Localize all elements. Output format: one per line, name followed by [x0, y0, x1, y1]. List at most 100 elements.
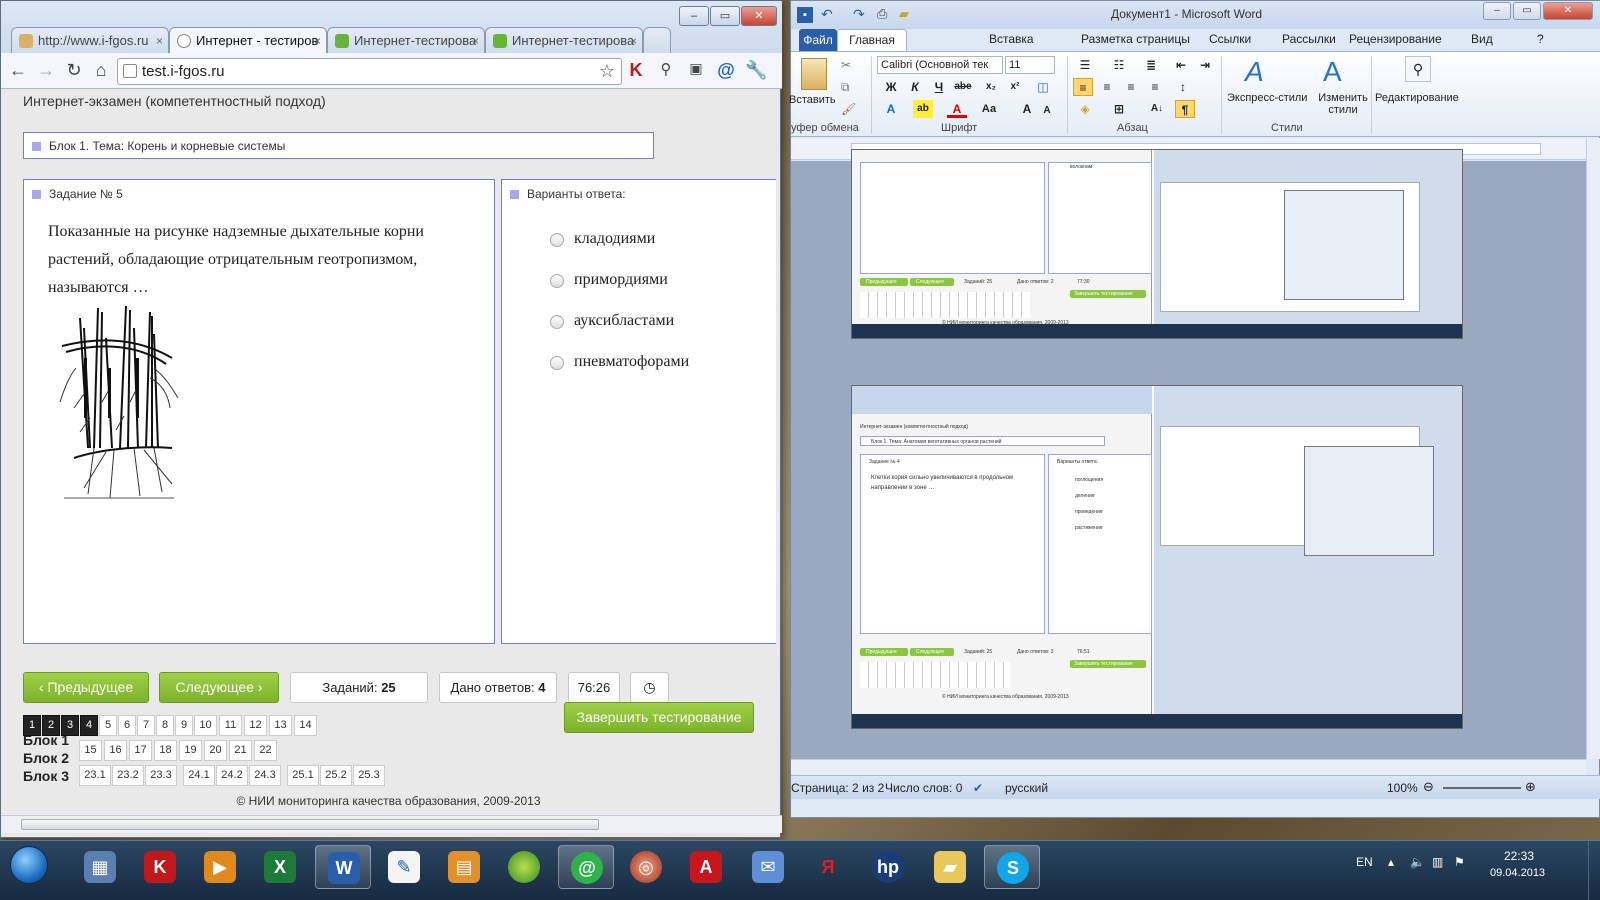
highlight-icon[interactable]: ab — [913, 100, 933, 118]
task-number-25.2[interactable]: 25.2 — [320, 765, 352, 786]
subscript-button[interactable]: x₂ — [981, 78, 1001, 96]
close-icon[interactable]: × — [314, 28, 321, 53]
task-number-23.3[interactable]: 23.3 — [145, 765, 177, 786]
status-words[interactable]: Число слов: 0 — [885, 781, 962, 795]
network-icon[interactable]: ▥ — [1432, 855, 1443, 869]
taskbar-archiver[interactable]: ▤ — [436, 845, 492, 889]
browser-horizontal-scrollbar[interactable] — [1, 815, 782, 833]
taskbar-app[interactable] — [496, 845, 552, 889]
task-number-25.3[interactable]: 25.3 — [353, 765, 385, 786]
task-number-20[interactable]: 20 — [204, 740, 227, 761]
taskbar-yandex[interactable]: Я — [800, 845, 856, 889]
cut-icon[interactable]: ✂ — [841, 58, 851, 72]
option-label[interactable]: пневматофорами — [574, 353, 689, 371]
task-number-25.1[interactable]: 25.1 — [287, 765, 319, 786]
option-label[interactable]: примордиями — [574, 271, 668, 289]
zoom-in-icon[interactable]: ⊕ — [1525, 779, 1536, 795]
browser-tab-2[interactable]: Интернет - тестиров × — [169, 27, 327, 53]
word-vertical-scrollbar[interactable] — [1586, 138, 1600, 759]
taskbar-kaspersky[interactable]: K — [132, 845, 188, 889]
task-number-23.2[interactable]: 23.2 — [112, 765, 144, 786]
justify-button[interactable]: ≡ — [1145, 78, 1165, 96]
shading-icon[interactable]: ◈ — [1075, 100, 1095, 118]
copy-icon[interactable]: ⧉ — [841, 80, 850, 95]
task-number-17[interactable]: 17 — [129, 740, 152, 761]
forward-icon[interactable]: → — [35, 60, 57, 81]
increase-indent-icon[interactable]: ⇥ — [1195, 56, 1215, 74]
taskbar-mail[interactable]: ✉ — [740, 845, 796, 889]
change-styles-label[interactable]: Изменить стили — [1313, 92, 1373, 116]
change-case-icon[interactable]: Аа — [979, 100, 999, 118]
status-language[interactable]: русский — [1005, 781, 1048, 795]
home-icon[interactable]: ⌂ — [90, 60, 112, 81]
radio-button[interactable] — [550, 356, 564, 370]
paste-icon[interactable] — [801, 58, 827, 90]
taskbar-explorer[interactable]: ▰ — [922, 845, 978, 889]
tab-file[interactable]: Файл — [799, 29, 837, 51]
translate-icon[interactable]: ⚲ — [655, 60, 677, 78]
task-number-6[interactable]: 6 — [118, 715, 136, 736]
prev-button[interactable]: ‹ Предыдущее — [23, 672, 149, 703]
tray-arrow-icon[interactable]: ▴ — [1388, 855, 1394, 869]
task-number-11[interactable]: 11 — [219, 715, 242, 736]
word-horizontal-scrollbar[interactable] — [791, 759, 1586, 775]
editing-label[interactable]: Редактирование — [1375, 92, 1459, 104]
task-number-24.3[interactable]: 24.3 — [249, 765, 281, 786]
task-number-18[interactable]: 18 — [154, 740, 177, 761]
tray-date[interactable]: 09.04.2013 — [1490, 867, 1545, 879]
task-number-4[interactable]: 4 — [80, 715, 98, 736]
line-spacing-icon[interactable]: ↕ — [1173, 78, 1193, 96]
browser-tab-4[interactable]: Интернет-тестирова × — [485, 27, 643, 53]
task-number-10[interactable]: 10 — [194, 715, 217, 736]
superscript-button[interactable]: x² — [1005, 78, 1025, 96]
next-button[interactable]: Следующее › — [159, 672, 279, 703]
start-button[interactable] — [4, 843, 52, 887]
folder-icon[interactable]: ▰ — [899, 6, 909, 22]
close-icon[interactable]: × — [630, 28, 637, 53]
align-right-button[interactable]: ≡ — [1121, 78, 1141, 96]
tab-insert[interactable]: Вставка — [989, 32, 1034, 46]
taskbar-word[interactable]: W — [315, 845, 371, 889]
task-number-16[interactable]: 16 — [104, 740, 127, 761]
mail-extension-icon[interactable]: @ — [715, 60, 737, 81]
word-maximize-button[interactable]: ▭ — [1513, 2, 1541, 20]
format-painter-icon[interactable]: 🖌 — [841, 102, 856, 116]
task-number-9[interactable]: 9 — [175, 715, 193, 736]
font-size-combo[interactable]: 11 — [1005, 56, 1055, 74]
browser-tab-1[interactable]: http://www.i-fgos.ru × — [11, 27, 169, 53]
clear-format-icon[interactable]: ◫ — [1033, 78, 1053, 96]
multilevel-icon[interactable]: ≣ — [1141, 56, 1161, 74]
align-center-button[interactable]: ≡ — [1097, 78, 1117, 96]
zoom-out-icon[interactable]: ⊖ — [1423, 779, 1434, 795]
align-left-button[interactable]: ≡ — [1073, 78, 1093, 96]
paste-label[interactable]: Вставить — [789, 94, 836, 106]
browser-tab-3[interactable]: Интернет-тестирова × — [327, 27, 485, 53]
borders-icon[interactable]: ⊞ — [1109, 100, 1129, 118]
print-icon[interactable]: ⎙ — [877, 6, 887, 22]
kaspersky-icon[interactable]: K — [625, 60, 647, 81]
task-number-21[interactable]: 21 — [229, 740, 252, 761]
tab-view[interactable]: Вид — [1471, 32, 1493, 46]
pilcrow-button[interactable]: ¶ — [1175, 100, 1195, 118]
option-label[interactable]: ауксибластами — [574, 312, 674, 330]
radio-button[interactable] — [550, 274, 564, 288]
radio-button[interactable] — [550, 233, 564, 247]
task-number-1[interactable]: 1 — [23, 715, 41, 736]
tray-time[interactable]: 22:33 — [1504, 849, 1534, 863]
close-icon[interactable]: × — [472, 28, 479, 53]
task-number-24.2[interactable]: 24.2 — [216, 765, 248, 786]
wrench-icon[interactable]: 🔧 — [745, 60, 767, 81]
task-number-22[interactable]: 22 — [254, 740, 277, 761]
task-number-3[interactable]: 3 — [61, 715, 79, 736]
status-zoom[interactable]: 100% — [1387, 781, 1418, 795]
numbering-icon[interactable]: ☷ — [1109, 56, 1129, 74]
word-close-button[interactable]: ✕ — [1543, 2, 1593, 20]
express-styles-label[interactable]: Экспресс-стили — [1227, 92, 1307, 104]
word-minimize-button[interactable]: – — [1483, 2, 1511, 20]
bullets-icon[interactable]: ☰ — [1075, 56, 1095, 74]
task-number-23.1[interactable]: 23.1 — [79, 765, 111, 786]
text-effects-icon[interactable]: A — [881, 100, 901, 118]
reload-icon[interactable]: ↻ — [63, 60, 85, 81]
taskbar-acrobat[interactable]: A — [678, 845, 734, 889]
browser-close-button[interactable]: ✕ — [741, 6, 777, 26]
